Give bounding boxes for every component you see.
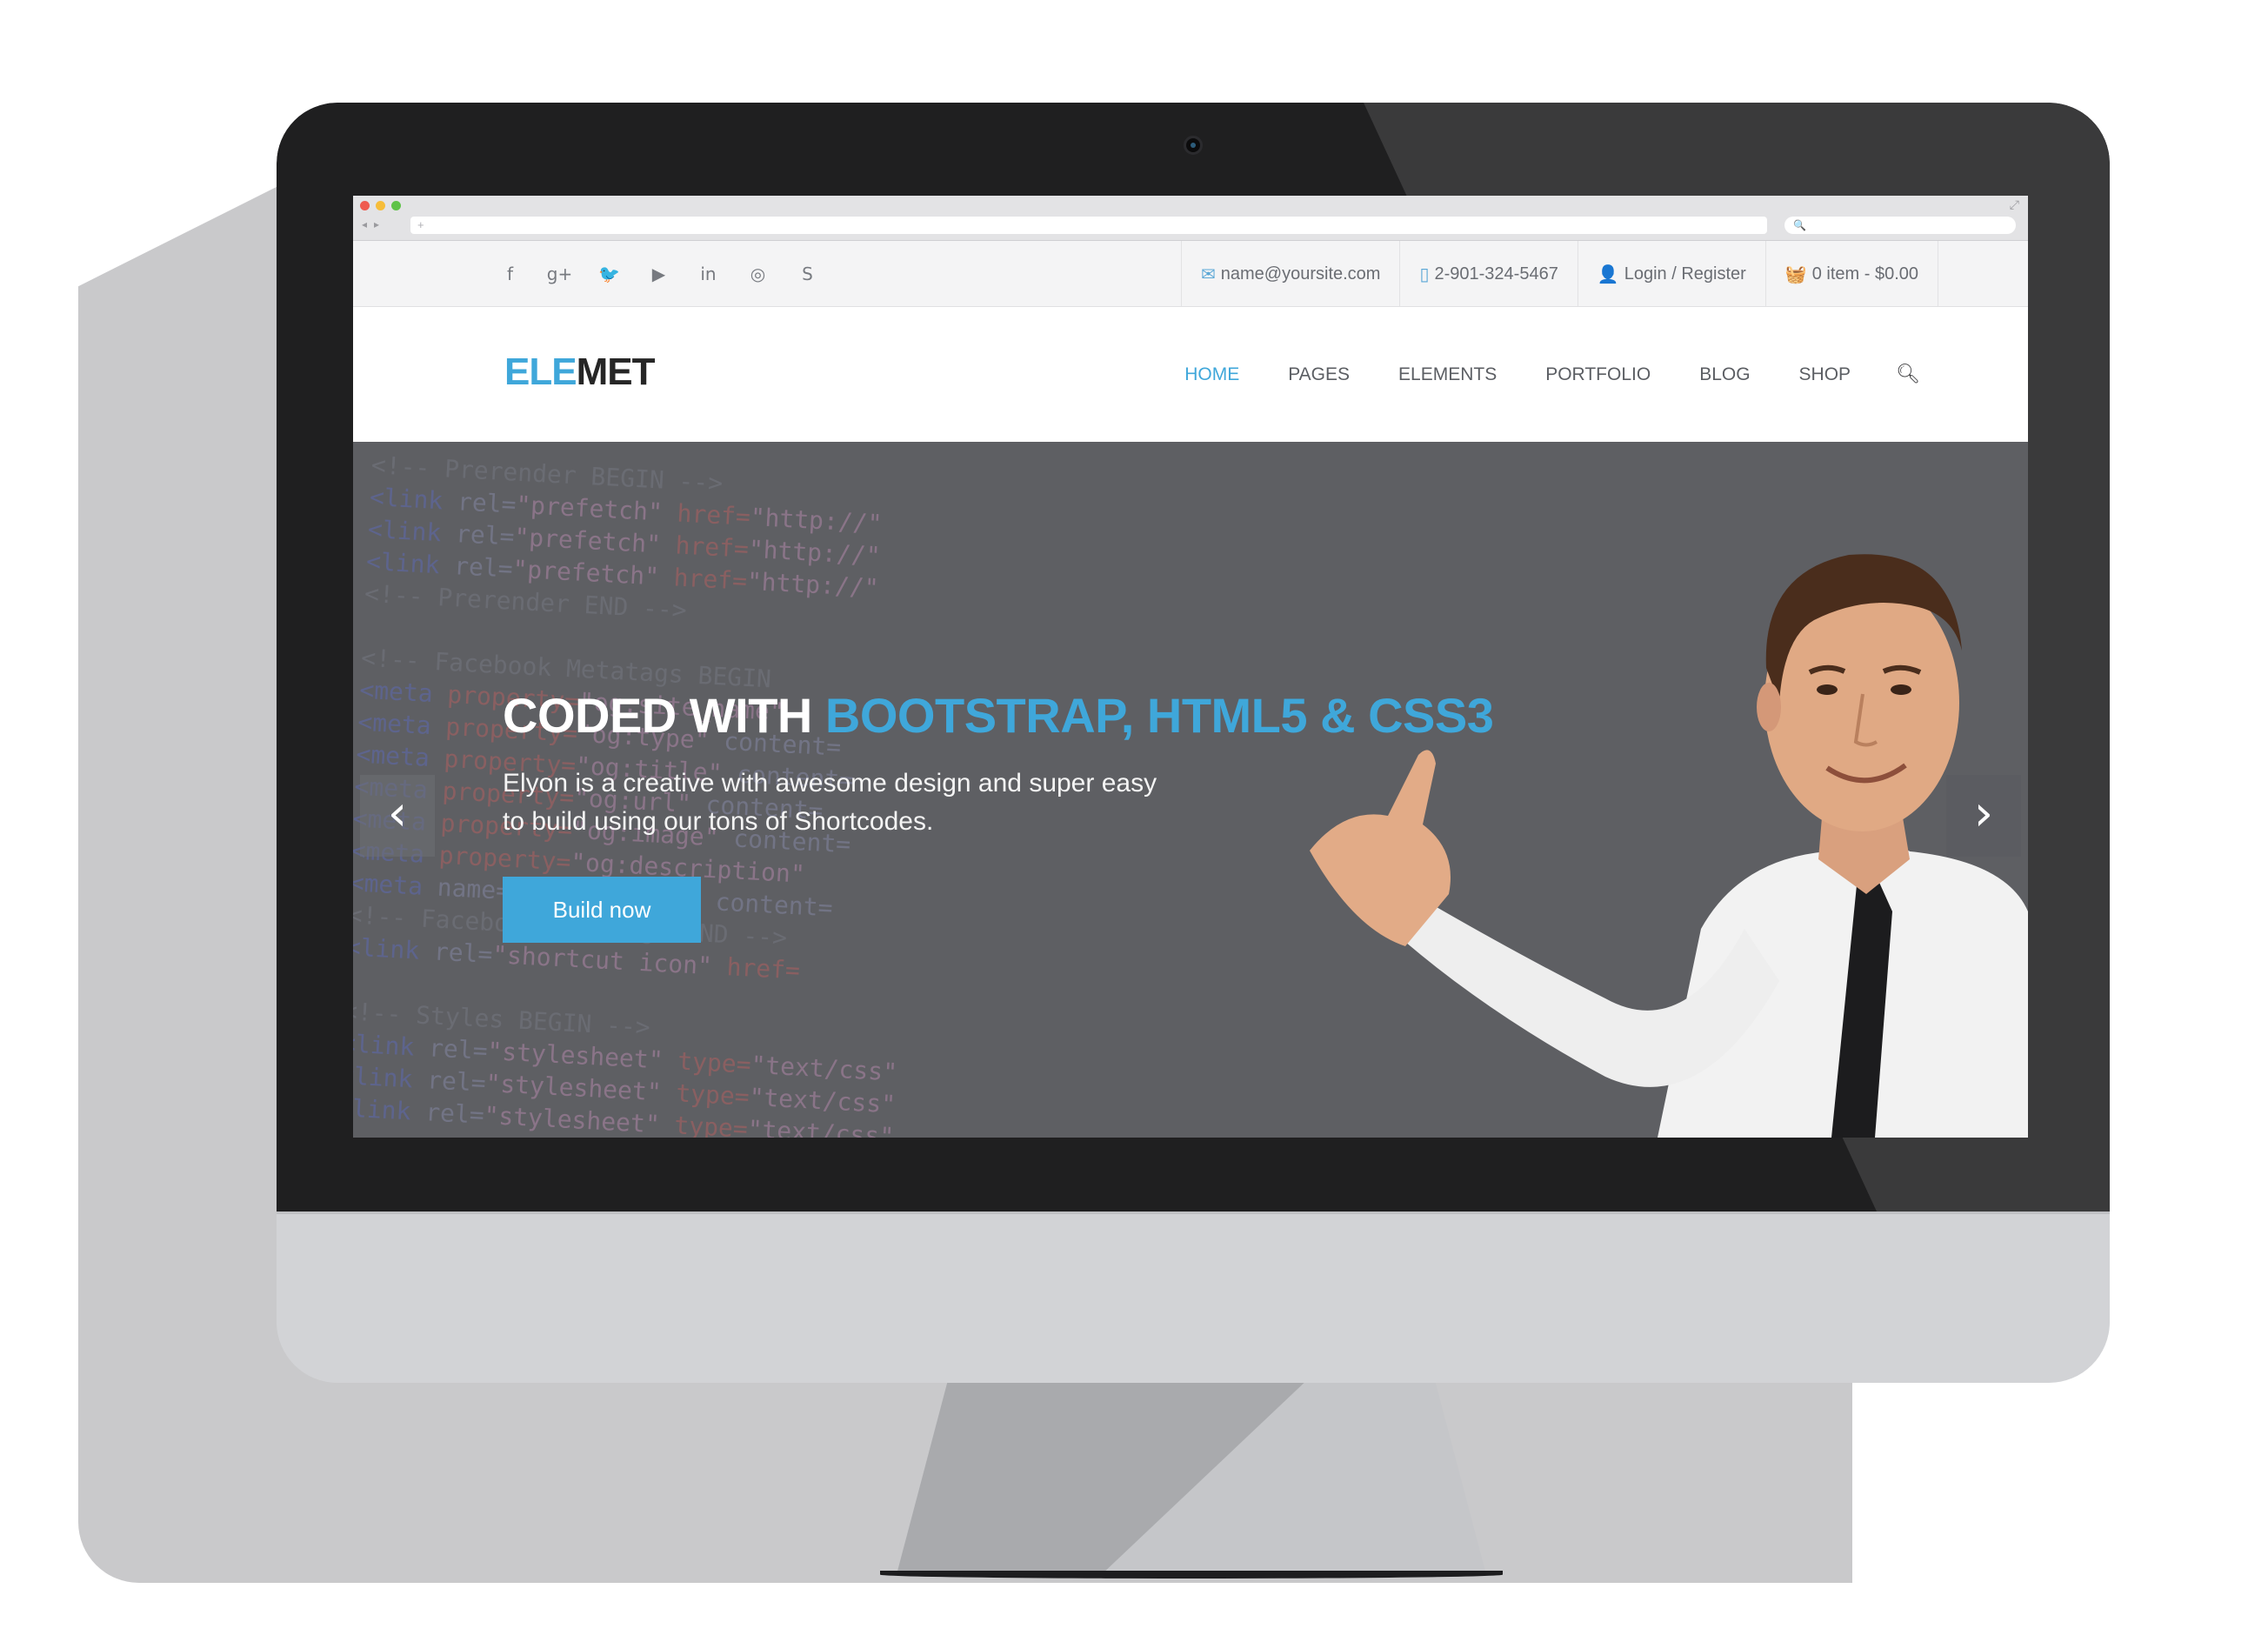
browser-nav-arrows[interactable]: ◂▸ — [362, 218, 386, 230]
cart-link[interactable]: 🧺 0 item - $0.00 — [1764, 241, 1939, 307]
nav-elements[interactable]: ELEMENTS — [1398, 364, 1497, 385]
envelope-icon: ✉ — [1201, 264, 1216, 284]
hero-title-main: CODED WITH — [503, 688, 812, 743]
logo-part-2: MET — [576, 350, 656, 393]
cart-text: 0 item - $0.00 — [1811, 264, 1919, 284]
phone-text: 2-901-324-5467 — [1434, 264, 1558, 284]
linkedin-icon[interactable]: in — [684, 264, 733, 284]
search-icon[interactable]: 🔍︎ — [1896, 364, 1920, 385]
email-text: name@yoursite.com — [1220, 264, 1381, 284]
businessman-image — [1310, 554, 2028, 1138]
logo-part-1: ELE — [504, 350, 577, 393]
phone-link[interactable]: ▯ 2-901-324-5467 — [1399, 241, 1577, 307]
email-link[interactable]: ✉ name@yoursite.com — [1181, 241, 1399, 307]
phone-icon: ▯ — [1419, 264, 1430, 284]
contact-info: ✉ name@yoursite.com ▯ 2-901-324-5467 👤 L… — [1181, 241, 1939, 307]
logo[interactable]: ELEMET — [504, 350, 656, 394]
hero-subtitle: Elyon is a creative with awesome design … — [503, 769, 1157, 836]
close-window-button[interactable] — [360, 201, 370, 210]
camera-icon — [1184, 136, 1203, 155]
basket-icon: 🧺 — [1784, 264, 1807, 284]
slider-next-button[interactable]: › — [1946, 775, 2021, 857]
youtube-icon[interactable]: ▶ — [634, 264, 684, 284]
twitter-icon[interactable]: 🐦 — [584, 264, 634, 284]
user-icon: 👤 — [1597, 264, 1619, 284]
maximize-window-button[interactable] — [391, 201, 401, 210]
hero-title: CODED WITH BOOTSTRAP, HTML5 & CSS3 — [503, 687, 1494, 744]
main-nav: HOME PAGES ELEMENTS PORTFOLIO BLOG SHOP … — [1136, 307, 1920, 442]
dribbble-icon[interactable]: ◎ — [733, 264, 783, 284]
site-header: ELEMET HOME PAGES ELEMENTS PORTFOLIO BLO… — [353, 307, 2028, 442]
slider-prev-button[interactable]: ‹ — [360, 775, 435, 857]
url-bar[interactable]: + — [410, 217, 1767, 234]
build-now-button[interactable]: Build now — [503, 877, 701, 943]
login-register-link[interactable]: 👤 Login / Register — [1577, 241, 1765, 307]
nav-pages[interactable]: PAGES — [1288, 364, 1350, 385]
social-links: f g+ 🐦 ▶ in ◎ S — [485, 241, 832, 307]
nav-home[interactable]: HOME — [1184, 364, 1239, 385]
nav-portfolio[interactable]: PORTFOLIO — [1545, 364, 1651, 385]
google-plus-icon[interactable]: g+ — [535, 264, 584, 284]
browser-search-bar[interactable]: 🔍 — [1784, 217, 2016, 234]
top-bar: f g+ 🐦 ▶ in ◎ S ✉ name@yoursite.com ▯ 2-… — [353, 241, 2028, 307]
facebook-icon[interactable]: f — [485, 264, 535, 284]
skype-icon[interactable]: S — [783, 264, 832, 284]
browser-chrome: ◂▸ + 🔍 ⤢ — [353, 196, 2028, 241]
monitor-chin-divider — [277, 1211, 2110, 1214]
login-text: Login / Register — [1624, 264, 1746, 284]
screen: ◂▸ + 🔍 ⤢ f g+ 🐦 ▶ in ◎ S ✉ name@yoursite… — [353, 196, 2028, 1138]
monitor-stand-foot — [880, 1571, 1503, 1579]
fullscreen-icon[interactable]: ⤢ — [2010, 197, 2019, 212]
minimize-window-button[interactable] — [376, 201, 385, 210]
nav-blog[interactable]: BLOG — [1699, 364, 1750, 385]
hero-title-highlight: BOOTSTRAP, HTML5 & CSS3 — [824, 688, 1494, 743]
nav-shop[interactable]: SHOP — [1799, 364, 1851, 385]
hero-slider: <!-- Prerender BEGIN --> <link rel="pref… — [353, 442, 2028, 1138]
